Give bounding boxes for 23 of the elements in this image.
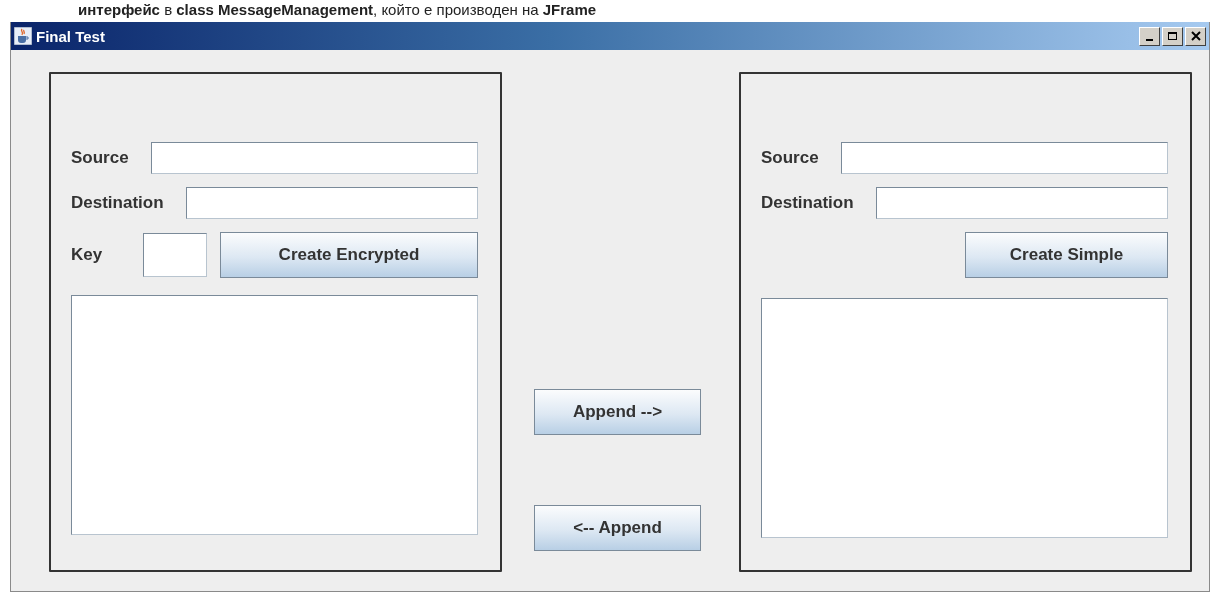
- document-text: интерфейс в class MessageManagement, който е производен на JFrame: [78, 0, 598, 20]
- append-button[interactable]: <-- Append: [534, 505, 701, 551]
- coffee-cup-icon: [14, 27, 32, 45]
- close-icon: [1190, 31, 1201, 41]
- text-field[interactable]: [185, 187, 478, 219]
- text-field[interactable]: [150, 142, 478, 174]
- key-field[interactable]: [143, 233, 207, 277]
- minimize-button[interactable]: [1139, 26, 1160, 46]
- close-button[interactable]: [1185, 26, 1206, 46]
- create-button[interactable]: Create Simple: [965, 232, 1168, 278]
- text-field[interactable]: [840, 142, 1168, 174]
- create-button[interactable]: Create Encrypted: [220, 232, 478, 278]
- field-label: Key: [71, 245, 104, 265]
- text-field[interactable]: [875, 187, 1168, 219]
- append-button[interactable]: Append -->: [534, 389, 701, 435]
- field-label: Destination: [761, 193, 854, 213]
- field-label: Source: [71, 148, 129, 168]
- maximize-icon: [1167, 31, 1178, 41]
- field-label: Source: [761, 148, 819, 168]
- minimize-icon: [1146, 38, 1153, 41]
- window-title: Final Test: [36, 27, 105, 45]
- maximize-button[interactable]: [1162, 26, 1183, 46]
- field-label: Destination: [71, 193, 164, 213]
